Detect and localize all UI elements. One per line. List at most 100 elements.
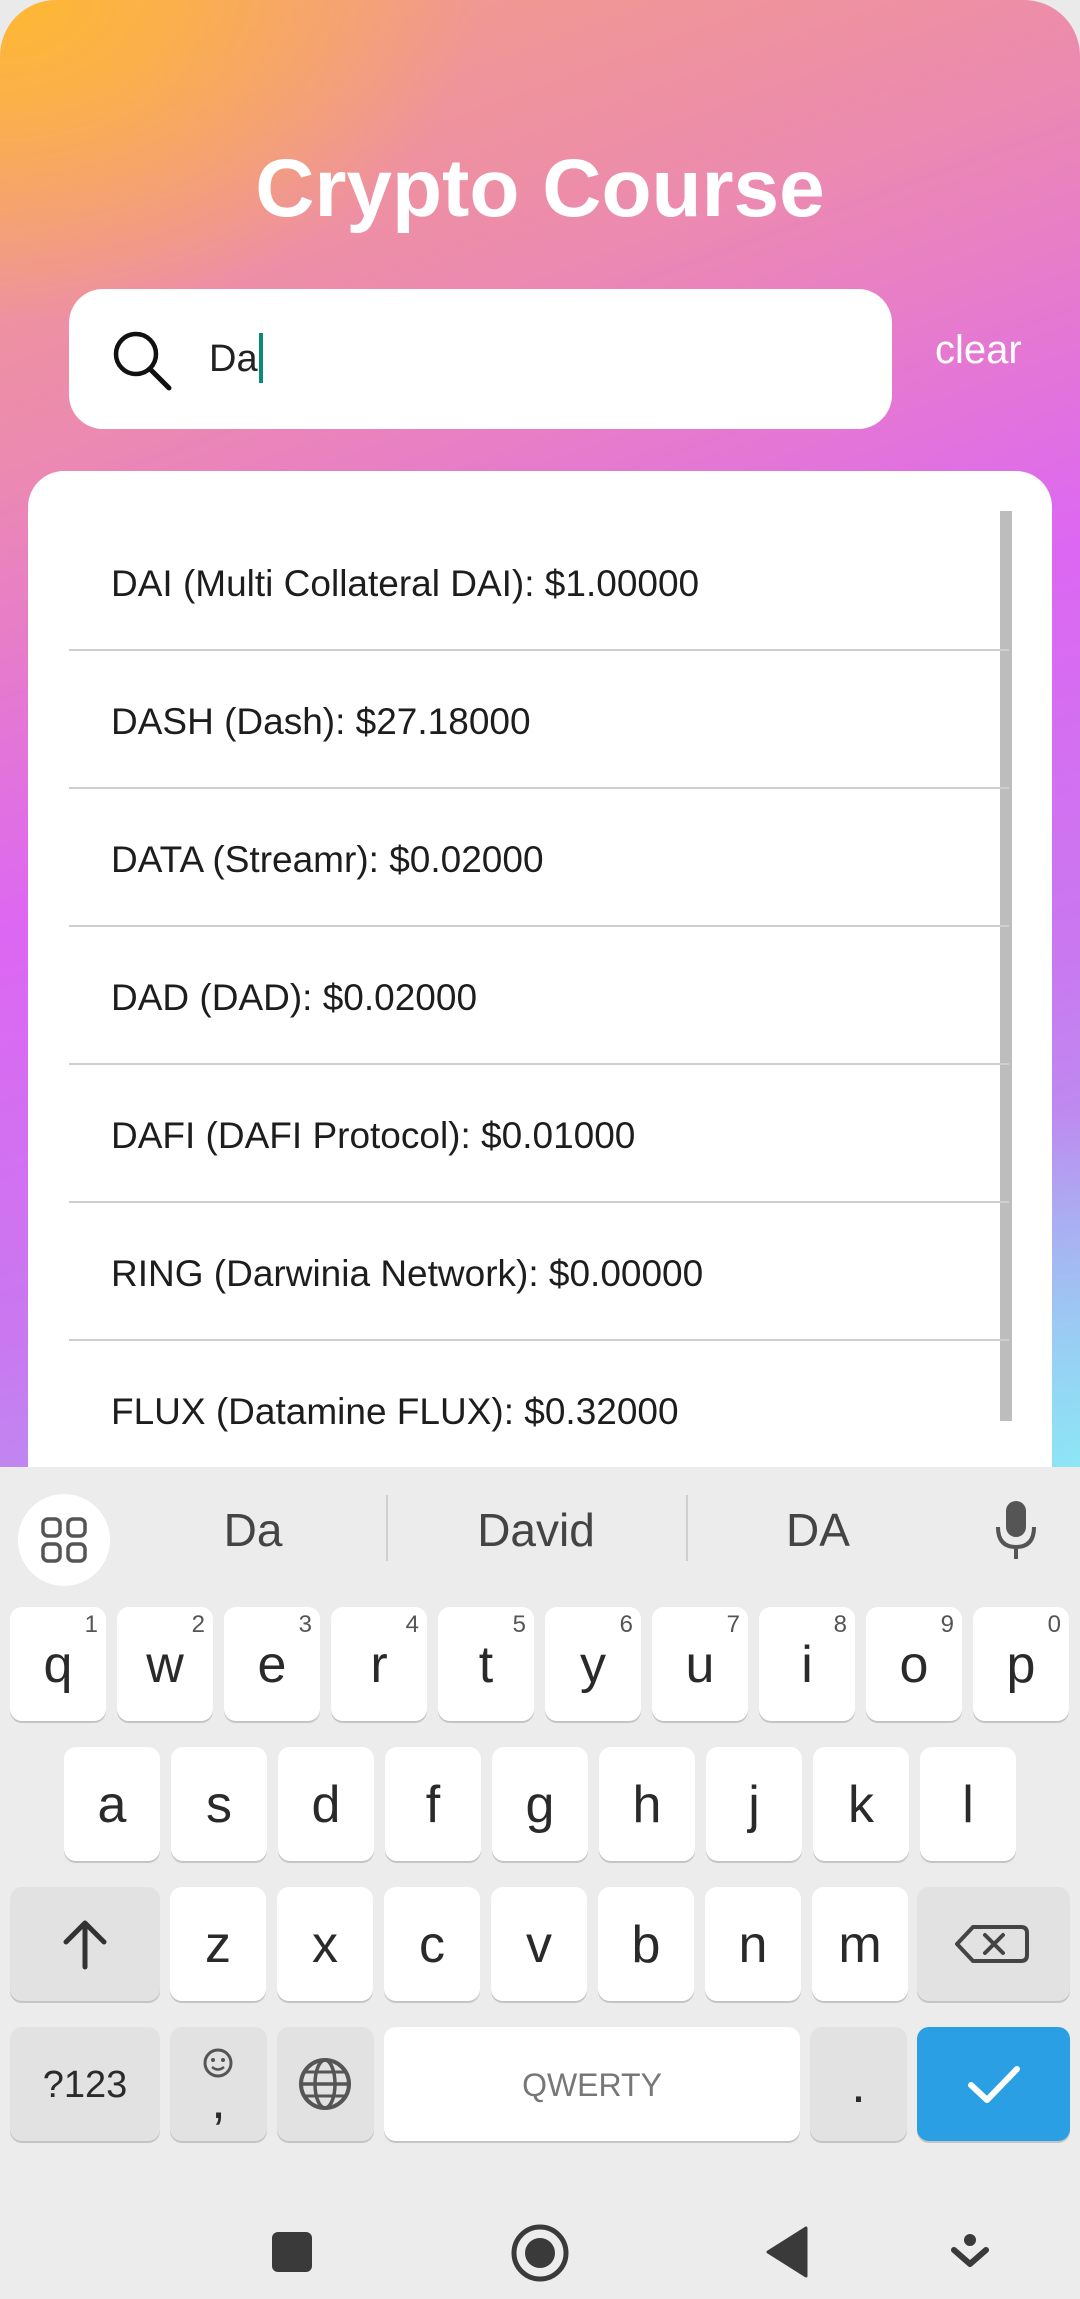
clear-button[interactable]: clear: [935, 328, 1022, 373]
key-label: w: [146, 1636, 184, 1694]
key-h[interactable]: h: [599, 1747, 695, 1861]
key-b[interactable]: b: [598, 1887, 694, 2001]
list-item[interactable]: RING (Darwinia Network): $0.00000: [69, 1201, 1009, 1341]
list-item-label: RING (Darwinia Network): $0.00000: [111, 1253, 704, 1294]
apps-grid-button[interactable]: [18, 1494, 110, 1586]
results-list: DAI (Multi Collateral DAI): $1.00000 DAS…: [28, 471, 1052, 1470]
key-number-hint: 6: [619, 1611, 633, 1638]
key-label: s: [206, 1776, 232, 1834]
key-number-hint: 1: [84, 1611, 98, 1638]
key-label: k: [848, 1776, 874, 1834]
key-label: e: [257, 1636, 287, 1694]
key-label: f: [425, 1776, 441, 1834]
key-label: o: [899, 1636, 929, 1694]
space-key[interactable]: QWERTY: [384, 2027, 800, 2141]
key-t[interactable]: t5: [438, 1607, 534, 1721]
app-screen: Crypto Course Da clear DAI (Multi Collat…: [0, 0, 1080, 1470]
key-n[interactable]: n: [705, 1887, 801, 2001]
back-triangle-icon[interactable]: [764, 2226, 808, 2278]
suggestion-divider: [386, 1495, 388, 1561]
key-l[interactable]: l: [920, 1747, 1016, 1861]
suggestion-1[interactable]: Da: [123, 1503, 383, 1557]
key-j[interactable]: j: [706, 1747, 802, 1861]
home-circle-icon[interactable]: [509, 2222, 571, 2284]
key-a[interactable]: a: [64, 1747, 160, 1861]
key-number-hint: 2: [191, 1611, 205, 1638]
period-key[interactable]: .: [810, 2027, 907, 2141]
system-nav-bar: [0, 2160, 1080, 2299]
key-label: u: [685, 1636, 715, 1694]
backspace-key[interactable]: [917, 1887, 1070, 2001]
key-y[interactable]: y6: [545, 1607, 641, 1721]
keyboard-hide-icon[interactable]: [950, 2232, 990, 2274]
key-x[interactable]: x: [277, 1887, 373, 2001]
key-label: i: [801, 1636, 813, 1694]
key-d[interactable]: d: [278, 1747, 374, 1861]
search-icon: [113, 331, 172, 391]
key-p[interactable]: p0: [973, 1607, 1069, 1721]
key-label: l: [962, 1776, 974, 1834]
key-q[interactable]: q1: [10, 1607, 106, 1721]
key-label: t: [478, 1636, 494, 1694]
key-r[interactable]: r4: [331, 1607, 427, 1721]
list-item-label: DAD (DAD): $0.02000: [111, 977, 478, 1018]
list-item-label: DAFI (DAFI Protocol): $0.01000: [111, 1115, 636, 1156]
list-item[interactable]: DAD (DAD): $0.02000: [69, 925, 1009, 1065]
key-label: x: [312, 1916, 338, 1974]
comma-key[interactable]: ,: [170, 2027, 267, 2141]
suggestion-3[interactable]: DA: [688, 1503, 948, 1557]
list-item[interactable]: DAFI (DAFI Protocol): $0.01000: [69, 1063, 1009, 1203]
backspace-icon: [955, 1925, 1029, 1963]
microphone-icon[interactable]: [990, 1497, 1042, 1563]
key-c[interactable]: c: [384, 1887, 480, 2001]
list-item[interactable]: DASH (Dash): $27.18000: [69, 649, 1009, 789]
key-label: q: [43, 1636, 73, 1694]
shift-key[interactable]: [10, 1887, 160, 2001]
list-item[interactable]: DAI (Multi Collateral DAI): $1.00000: [69, 511, 1009, 651]
list-item[interactable]: DATA (Streamr): $0.02000: [69, 787, 1009, 927]
key-label: h: [632, 1776, 662, 1834]
list-item[interactable]: FLUX (Datamine FLUX): $0.32000: [69, 1339, 1009, 1470]
key-u[interactable]: u7: [652, 1607, 748, 1721]
key-number-hint: 5: [512, 1611, 526, 1638]
square-icon[interactable]: [270, 2230, 314, 2274]
suggestion-2[interactable]: David: [406, 1503, 666, 1557]
list-item-label: FLUX (Datamine FLUX): $0.32000: [111, 1391, 679, 1432]
key-label: b: [631, 1916, 661, 1974]
period-key-label: .: [851, 2056, 866, 2114]
key-i[interactable]: i8: [759, 1607, 855, 1721]
key-number-hint: 7: [726, 1611, 740, 1638]
key-z[interactable]: z: [170, 1887, 266, 2001]
checkmark-icon: [968, 2066, 1020, 2103]
search-input-value: Da: [209, 338, 258, 380]
search-bar[interactable]: Da: [69, 289, 892, 429]
language-key[interactable]: [277, 2027, 374, 2141]
list-item-label: DASH (Dash): $27.18000: [111, 701, 531, 742]
key-label: v: [526, 1916, 552, 1974]
key-o[interactable]: o9: [866, 1607, 962, 1721]
page-title: Crypto Course: [255, 143, 825, 234]
key-s[interactable]: s: [171, 1747, 267, 1861]
key-w[interactable]: w2: [117, 1607, 213, 1721]
key-label: a: [97, 1776, 127, 1834]
symbols-key-label: ?123: [42, 2064, 128, 2106]
key-m[interactable]: m: [812, 1887, 908, 2001]
comma-key-label: ,: [211, 2072, 226, 2130]
key-number-hint: 9: [940, 1611, 954, 1638]
key-number-hint: 0: [1047, 1611, 1061, 1638]
key-label: m: [838, 1916, 882, 1974]
key-f[interactable]: f: [385, 1747, 481, 1861]
key-g[interactable]: g: [492, 1747, 588, 1861]
key-k[interactable]: k: [813, 1747, 909, 1861]
enter-key[interactable]: [917, 2027, 1070, 2141]
globe-icon: [299, 2058, 351, 2110]
key-v[interactable]: v: [491, 1887, 587, 2001]
symbols-key[interactable]: ?123: [10, 2027, 160, 2141]
key-e[interactable]: e3: [224, 1607, 320, 1721]
key-number-hint: 8: [833, 1611, 847, 1638]
search-input[interactable]: Da: [209, 332, 263, 383]
key-label: n: [738, 1916, 768, 1974]
shift-icon: [63, 1920, 107, 1970]
key-number-hint: 4: [405, 1611, 419, 1638]
key-number-hint: 3: [298, 1611, 312, 1638]
